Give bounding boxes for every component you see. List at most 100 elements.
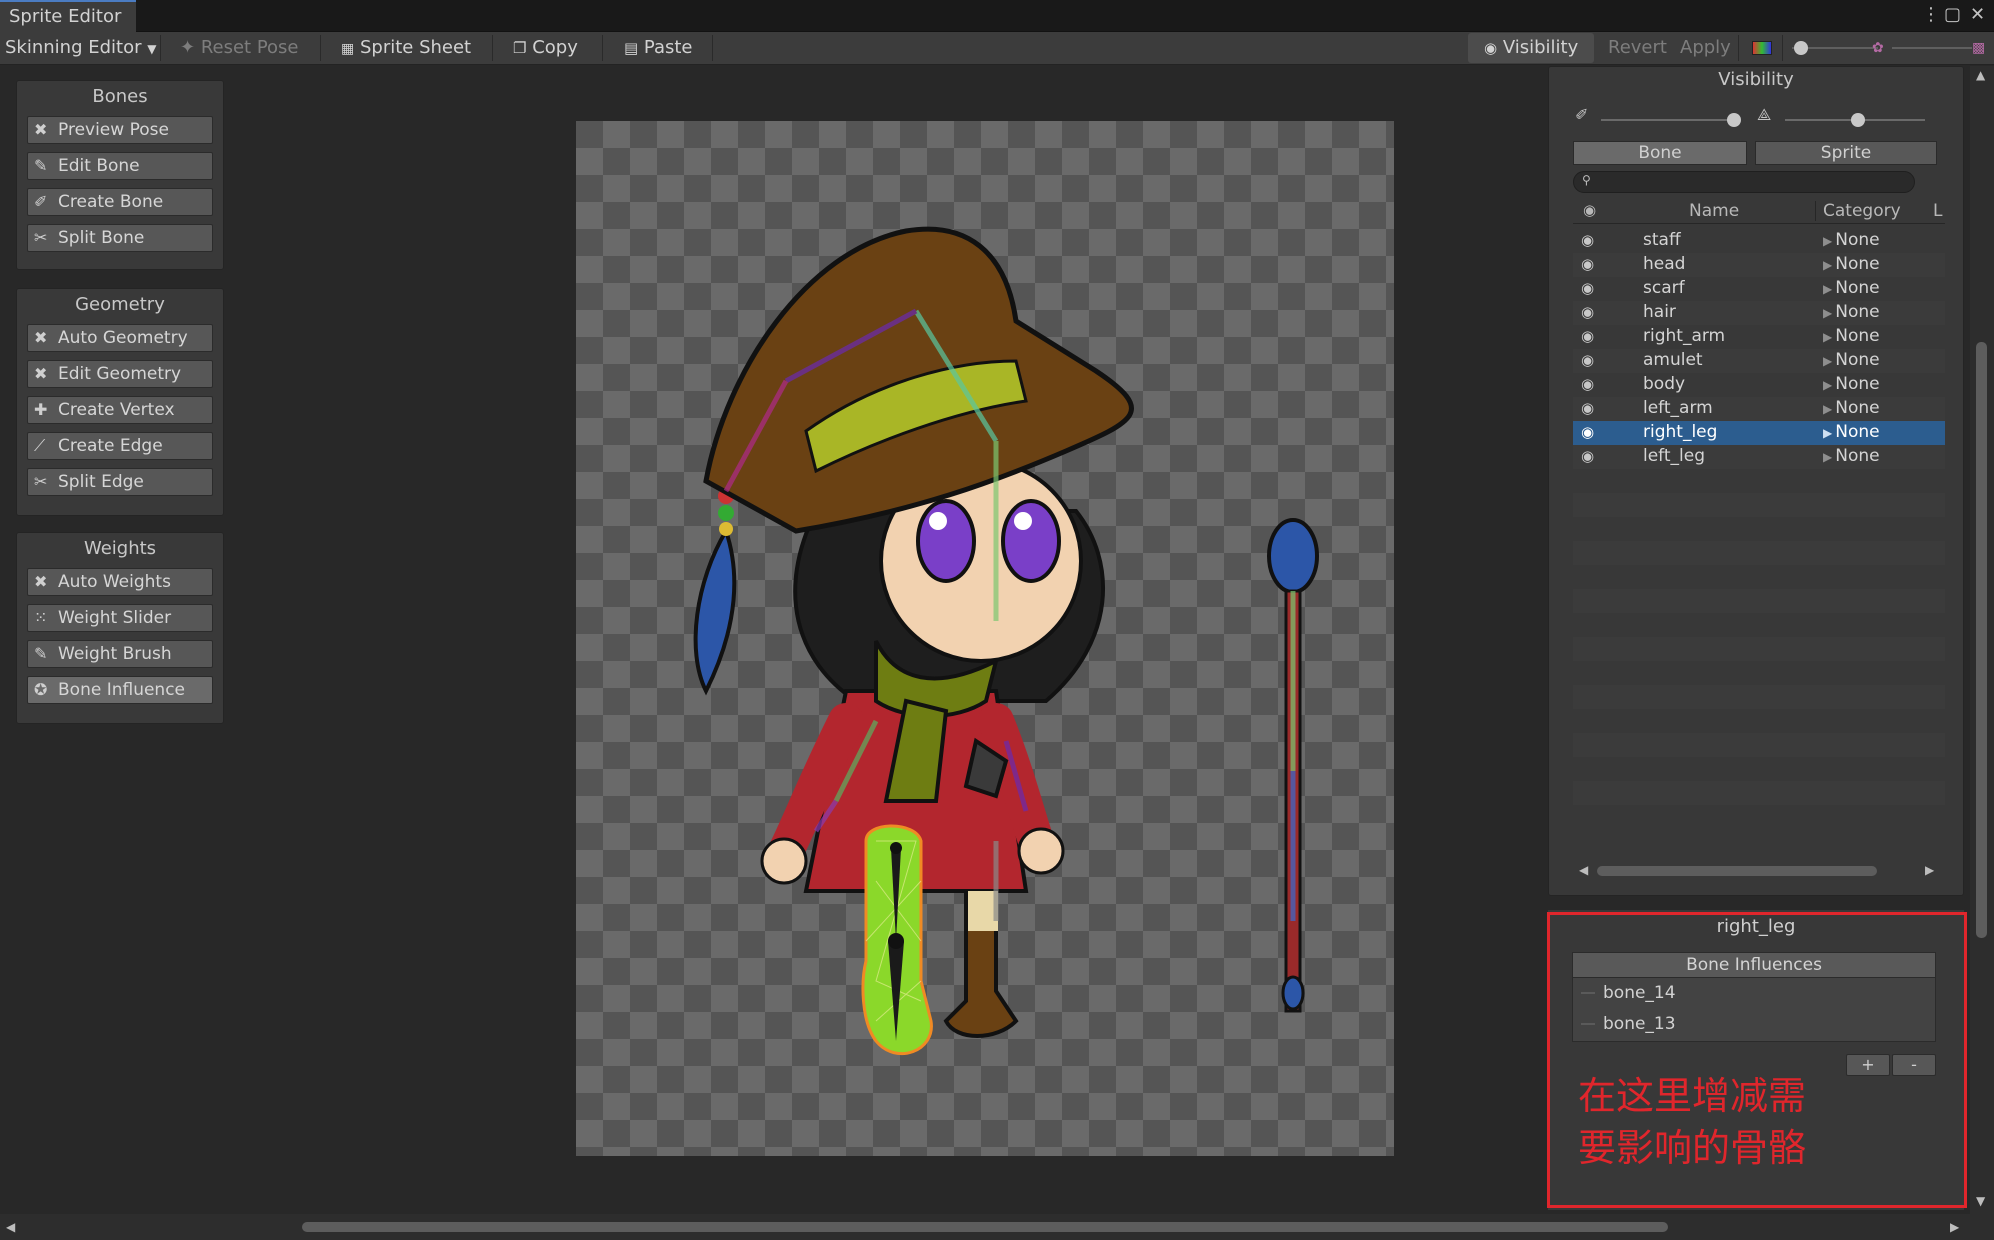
mesh-opacity-handle[interactable] (1851, 113, 1865, 127)
bone-influence-button[interactable]: ✪ Bone Influence (27, 676, 213, 704)
scroll-down-icon[interactable]: ▼ (1976, 1194, 1985, 1208)
visibility-eye-icon[interactable]: ◉ (1581, 229, 1607, 252)
table-row[interactable]: ◉ staff ▶ None (1573, 229, 1945, 253)
table-hscroll-thumb[interactable] (1597, 866, 1877, 876)
visibility-button[interactable]: ◉ Visibility (1484, 32, 1578, 64)
search-input[interactable]: ⚲ (1573, 171, 1915, 193)
eye-icon: ◉ (1484, 39, 1498, 57)
bone-joint-mid (888, 933, 904, 949)
auto-weights-icon: ✖ (34, 572, 48, 591)
visibility-eye-icon[interactable]: ◉ (1581, 325, 1607, 348)
mode-dropdown[interactable]: Skinning Editor ▼ (5, 32, 156, 64)
visibility-eye-icon[interactable]: ◉ (1581, 421, 1607, 444)
edit-bone-button[interactable]: ✎ Edit Bone (27, 152, 213, 180)
right-eye (1001, 499, 1061, 583)
expand-arrow-icon: ▶ (1823, 282, 1833, 296)
left-eye-shine (929, 512, 947, 530)
table-row[interactable]: ◉ left_leg ▶ None (1573, 445, 1945, 469)
visibility-eye-icon[interactable]: ◉ (1581, 373, 1607, 396)
split-bone-button[interactable]: ✂ Split Bone (27, 224, 213, 252)
table-row[interactable]: ◉ scarf ▶ None (1573, 277, 1945, 301)
tab-sprite[interactable]: Sprite (1755, 141, 1937, 165)
reset-pose-button[interactable]: ✦ Reset Pose (180, 32, 299, 64)
visibility-eye-icon[interactable]: ◉ (1581, 301, 1607, 324)
sprite-canvas[interactable] (576, 121, 1394, 1156)
copy-icon: ❐ (513, 39, 527, 57)
create-edge-icon: ⟋ (34, 436, 46, 455)
reset-pose-icon: ✦ (180, 37, 196, 58)
scroll-left-icon[interactable]: ◀ (1579, 863, 1588, 877)
mode-label: Skinning Editor (5, 37, 142, 58)
title-bar: Sprite Editor ⋮ ▢ ✕ (0, 0, 1994, 32)
edit-bone-icon: ✎ (34, 156, 48, 175)
left-hand (760, 837, 808, 885)
visibility-eye-icon[interactable]: ◉ (1581, 397, 1607, 420)
extra-column-header[interactable]: L (1933, 201, 1942, 221)
auto-weights-button[interactable]: ✖ Auto Weights (27, 568, 213, 596)
more-menu-icon[interactable]: ⋮ (1922, 4, 1940, 25)
auto-geometry-button[interactable]: ✖ Auto Geometry (27, 324, 213, 352)
apply-button[interactable]: Apply (1680, 32, 1731, 64)
bones-panel-title: Bones (92, 86, 148, 107)
table-row[interactable]: ◉ right_arm ▶ None (1573, 325, 1945, 349)
visibility-eye-icon[interactable]: ◉ (1581, 277, 1607, 300)
horizontal-scrollbar[interactable]: ◀ ▶ (0, 1214, 1994, 1240)
table-row[interactable]: ◉ amulet ▶ None (1573, 349, 1945, 373)
bone-opacity-slider[interactable] (1601, 119, 1733, 121)
table-row-selected[interactable]: ◉ right_leg ▶ None (1573, 421, 1945, 445)
table-hscrollbar[interactable]: ◀ ▶ (1573, 861, 1945, 881)
zoom-slider-track[interactable] (1892, 47, 1972, 49)
tab-bone[interactable]: Bone (1573, 141, 1747, 165)
create-edge-button[interactable]: ⟋ Create Edge (27, 432, 213, 460)
scroll-right-icon[interactable]: ▶ (1925, 863, 1934, 877)
table-row[interactable]: ◉ hair ▶ None (1573, 301, 1945, 325)
weights-panel-title: Weights (83, 538, 157, 559)
bone-opacity-handle[interactable] (1727, 113, 1741, 127)
edit-geometry-button[interactable]: ✖ Edit Geometry (27, 360, 213, 388)
close-icon[interactable]: ✕ (1970, 4, 1985, 25)
horizontal-scroll-thumb[interactable] (302, 1222, 1668, 1232)
revert-button[interactable]: Revert (1608, 32, 1667, 64)
visibility-title: Visibility (1718, 69, 1794, 90)
bone-influence-icon: ✪ (34, 680, 48, 699)
visibility-eye-icon[interactable]: ◉ (1581, 445, 1607, 468)
visibility-eye-icon[interactable]: ◉ (1581, 349, 1607, 372)
vertical-scroll-thumb[interactable] (1976, 342, 1987, 938)
toolbar: Skinning Editor ▼ ✦ Reset Pose ▦ Sprite … (0, 32, 1994, 65)
weight-slider-button[interactable]: ⁙ Weight Slider (27, 604, 213, 632)
highlight-box (1547, 912, 1967, 1208)
preview-pose-button[interactable]: ✖ Preview Pose (27, 116, 213, 144)
character-sprite (693, 226, 1319, 1056)
sprite-sheet-button[interactable]: ▦ Sprite Sheet (341, 32, 471, 64)
scroll-left-icon[interactable]: ◀ (6, 1220, 15, 1234)
eye-column-icon[interactable]: ◉ (1583, 201, 1596, 219)
create-vertex-button[interactable]: ✚ Create Vertex (27, 396, 213, 424)
weight-brush-button[interactable]: ✎ Weight Brush (27, 640, 213, 668)
window-tab[interactable]: Sprite Editor (0, 0, 136, 32)
expand-arrow-icon: ▶ (1823, 258, 1833, 272)
table-row[interactable]: ◉ left_arm ▶ None (1573, 397, 1945, 421)
edit-geometry-icon: ✖ (34, 364, 48, 383)
create-bone-button[interactable]: ✐ Create Bone (27, 188, 213, 216)
visibility-eye-icon[interactable]: ◉ (1581, 253, 1607, 276)
copy-button[interactable]: ❐ Copy (513, 32, 578, 64)
split-edge-icon: ✂ (34, 472, 48, 491)
name-column-header[interactable]: Name (1689, 201, 1739, 221)
right-hand (1017, 827, 1065, 875)
split-edge-button[interactable]: ✂ Split Edge (27, 468, 213, 496)
brightness-slider-handle[interactable] (1794, 41, 1808, 55)
vertical-scrollbar[interactable]: ▲ ▼ (1970, 66, 1994, 1214)
scroll-right-icon[interactable]: ▶ (1950, 1220, 1959, 1234)
paste-button[interactable]: ▤ Paste (624, 32, 693, 64)
table-row[interactable]: ◉ head ▶ None (1573, 253, 1945, 277)
category-column-header[interactable]: Category (1823, 201, 1901, 221)
bone-joint-top (890, 842, 902, 854)
feather-shape (693, 526, 737, 696)
bone-opacity-icon: ✐ (1575, 105, 1589, 124)
maximize-icon[interactable]: ▢ (1944, 4, 1961, 25)
scroll-up-icon[interactable]: ▲ (1976, 68, 1985, 82)
table-row[interactable]: ◉ body ▶ None (1573, 373, 1945, 397)
weight-brush-icon: ✎ (34, 644, 48, 663)
color-channel-icon[interactable] (1752, 41, 1772, 55)
sprite-table: ◉ staff ▶ None ◉ head ▶ None ◉ scarf ▶ None ◉ hair… (1573, 229, 1945, 805)
